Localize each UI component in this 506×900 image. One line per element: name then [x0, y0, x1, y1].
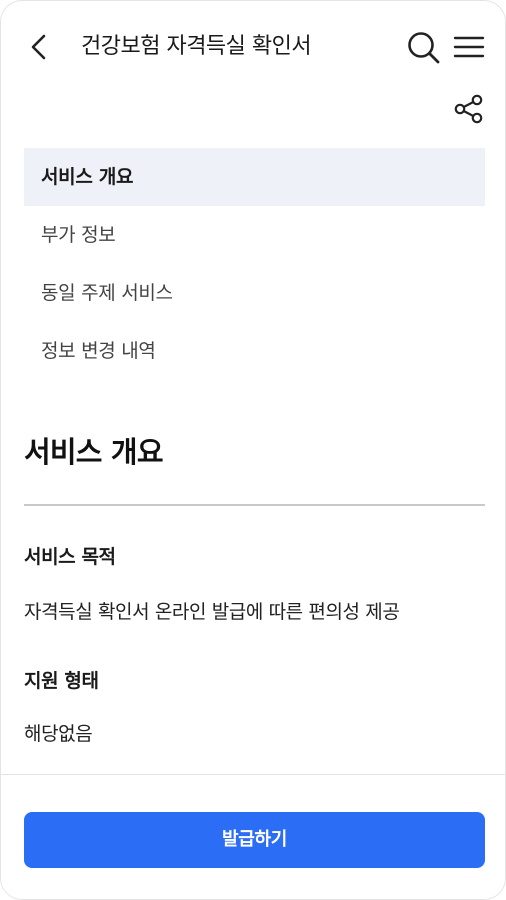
toc-item-additional-info[interactable]: 부가 정보 — [24, 206, 485, 264]
bottom-action-bar: 발급하기 — [1, 774, 505, 899]
section-divider — [24, 504, 485, 506]
share-icon — [454, 94, 483, 124]
field-label-purpose: 서비스 목적 — [24, 546, 116, 568]
field-value-support-type: 해당없음 — [24, 723, 93, 745]
section-title: 서비스 개요 — [24, 435, 164, 469]
page-title: 건강보험 자격득실 확인서 — [81, 34, 312, 59]
toc-item-change-history[interactable]: 정보 변경 내역 — [24, 322, 485, 380]
share-button[interactable] — [453, 93, 485, 125]
field-label-support-type: 지원 형태 — [24, 670, 99, 692]
search-icon — [408, 32, 440, 64]
toc-item-related-services[interactable]: 동일 주제 서비스 — [24, 264, 485, 322]
search-button[interactable] — [405, 29, 441, 65]
issue-button[interactable]: 발급하기 — [24, 812, 485, 868]
top-header: 건강보험 자격득실 확인서 — [1, 1, 505, 91]
menu-button[interactable] — [452, 31, 486, 63]
chevron-left-icon — [31, 34, 46, 60]
hamburger-menu-icon — [453, 36, 485, 58]
field-value-purpose: 자격득실 확인서 온라인 발급에 따른 편의성 제공 — [24, 601, 400, 623]
table-of-contents: 서비스 개요 부가 정보 동일 주제 서비스 정보 변경 내역 — [24, 148, 485, 380]
toc-item-service-overview[interactable]: 서비스 개요 — [24, 148, 485, 206]
app-screen: 건강보험 자격득실 확인서 서비스 개요 부가 정보 동일 주제 서비스 정보 … — [0, 0, 506, 900]
back-button[interactable] — [25, 31, 55, 63]
